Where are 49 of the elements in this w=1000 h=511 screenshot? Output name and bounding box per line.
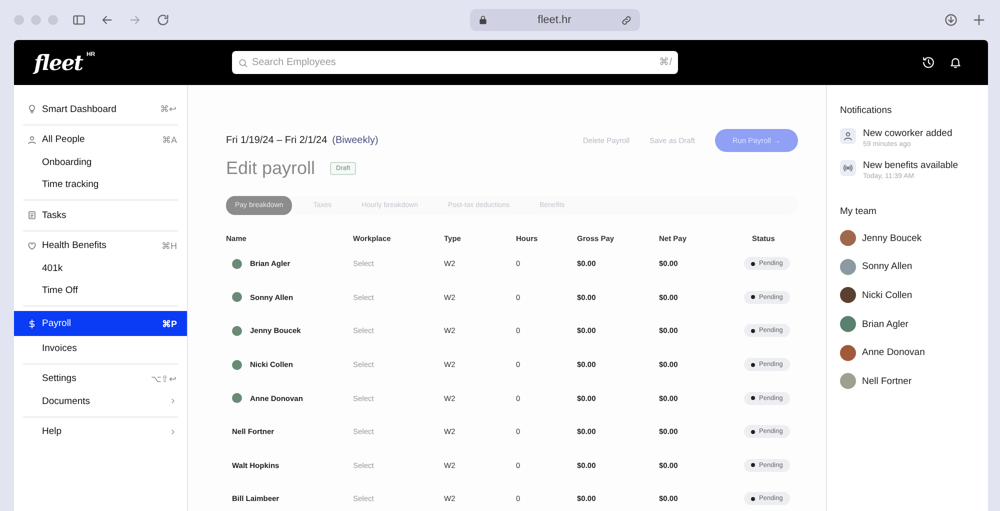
logo[interactable]: fleet	[34, 50, 82, 75]
team-member-name[interactable]: Sonny Allen	[862, 261, 912, 272]
section-title: My team	[840, 206, 878, 217]
sidebar-item[interactable]: Onboarding	[14, 151, 187, 174]
window-control-dot[interactable]	[31, 15, 41, 25]
dollar-icon	[27, 318, 37, 328]
sidebar-item[interactable]: Invoices	[14, 337, 187, 360]
back-icon[interactable]	[100, 13, 114, 27]
sidebar-item[interactable]: Help	[14, 420, 187, 443]
link-icon	[621, 14, 632, 26]
sidebar-item[interactable]: Settings ⌥⇧↩	[14, 368, 187, 390]
history-icon[interactable]	[922, 56, 935, 69]
sidebar-item[interactable]: All People ⌘A	[14, 128, 187, 151]
window-control-dot[interactable]	[48, 15, 58, 25]
notification-title[interactable]: New coworker added	[863, 128, 952, 139]
pay-frequency: (Biweekly)	[332, 135, 378, 146]
person-icon	[27, 134, 37, 145]
sidebar-item[interactable]: Health Benefits ⌘H	[14, 234, 187, 257]
sidebar-item[interactable]: Time Off	[14, 280, 187, 302]
person-icon	[843, 131, 853, 141]
lightbulb-icon	[27, 104, 37, 114]
broadcast-icon	[843, 163, 853, 173]
reload-icon[interactable]	[156, 13, 170, 27]
team-member-name[interactable]: Nell Fortner	[862, 376, 912, 387]
sidebar-item[interactable]: Documents	[14, 390, 187, 412]
team-member-name[interactable]: Anne Donovan	[862, 347, 925, 358]
notification-title[interactable]: New benefits available	[863, 160, 958, 171]
clipboard-icon	[27, 210, 37, 220]
team-member-name[interactable]: Nicki Collen	[862, 290, 912, 301]
sidebar-item[interactable]: 401k	[14, 257, 187, 280]
new-tab-icon[interactable]	[972, 13, 986, 27]
heart-icon	[27, 240, 37, 251]
section-title: Notifications	[840, 105, 893, 116]
notification-bell-icon[interactable]	[949, 56, 962, 69]
shortcut-hint: ⌘/	[659, 56, 672, 68]
lock-icon	[478, 15, 488, 25]
sidebar-item[interactable]: Smart Dashboard ⌘↩	[14, 98, 187, 120]
page-title: Edit payroll	[226, 158, 316, 179]
search-icon	[238, 58, 248, 68]
team-member-name[interactable]: Brian Agler	[862, 318, 908, 330]
sidebar-item[interactable]: Payroll ⌘P	[14, 311, 187, 336]
address-bar[interactable]: fleet.hr	[470, 9, 640, 31]
sidebar-item[interactable]: Time tracking	[14, 174, 187, 196]
download-icon[interactable]	[944, 13, 958, 27]
window-control-dot[interactable]	[14, 15, 24, 25]
team-member-name[interactable]: Jenny Boucek	[862, 232, 922, 244]
sidebar-toggle-icon[interactable]	[72, 13, 86, 27]
pay-period: Fri 1/19/24 – Fri 2/1/24	[226, 135, 328, 146]
sidebar-item[interactable]: Tasks	[14, 204, 187, 226]
